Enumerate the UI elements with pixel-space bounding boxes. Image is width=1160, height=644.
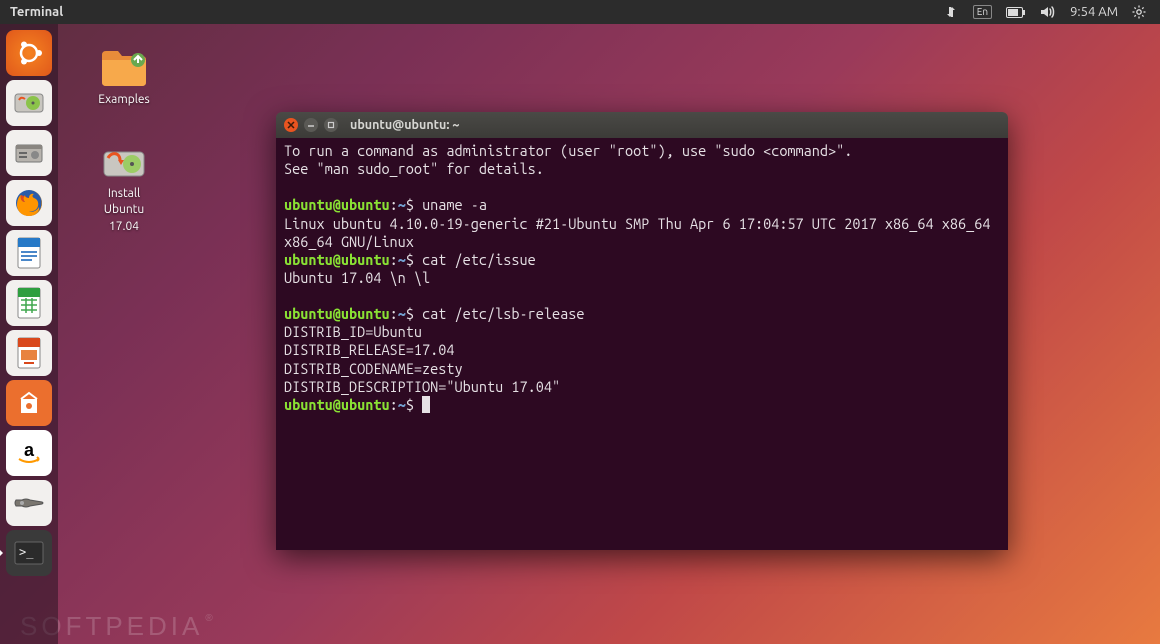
gear-icon	[1132, 5, 1146, 19]
sound-indicator[interactable]	[1040, 5, 1056, 19]
terminal-prompt-path: ~	[398, 305, 406, 322]
launcher-system-settings[interactable]	[6, 480, 52, 526]
amazon-icon: a	[14, 438, 44, 468]
terminal-prompt-path: ~	[398, 251, 406, 268]
calc-icon	[15, 286, 43, 320]
close-icon	[287, 121, 295, 129]
battery-icon	[1006, 7, 1026, 18]
volume-icon	[1040, 5, 1056, 19]
terminal-prompt-user: ubuntu@ubuntu	[284, 251, 390, 268]
terminal-prompt-user: ubuntu@ubuntu	[284, 396, 390, 413]
terminal-output-line: DISTRIB_RELEASE=17.04	[284, 341, 455, 358]
desktop-icon-label: Examples	[98, 92, 149, 108]
launcher-amazon[interactable]: a	[6, 430, 52, 476]
launcher-disk-utility[interactable]	[6, 80, 52, 126]
launcher-files[interactable]	[6, 130, 52, 176]
terminal-prompt-user: ubuntu@ubuntu	[284, 305, 390, 322]
launcher-libreoffice-calc[interactable]	[6, 280, 52, 326]
unity-launcher: a >_	[0, 24, 58, 644]
settings-icon	[12, 492, 46, 514]
terminal-command: cat /etc/lsb-release	[422, 305, 584, 322]
minimize-icon	[307, 121, 315, 129]
top-menu-bar: Terminal En 9:54 AM	[0, 0, 1160, 24]
installer-icon	[98, 140, 150, 182]
firefox-icon	[12, 186, 46, 220]
network-indicator[interactable]	[945, 5, 959, 19]
software-center-icon	[15, 389, 43, 417]
terminal-output-line: To run a command as administrator (user …	[284, 142, 852, 159]
terminal-command: cat /etc/issue	[422, 251, 536, 268]
terminal-cursor	[422, 396, 430, 413]
terminal-prompt-path: ~	[398, 396, 406, 413]
terminal-prompt-path: ~	[398, 196, 406, 213]
terminal-icon: >_	[13, 540, 45, 566]
launcher-libreoffice-writer[interactable]	[6, 230, 52, 276]
terminal-output-line: See "man sudo_root" for details.	[284, 160, 544, 177]
terminal-body[interactable]: To run a command as administrator (user …	[276, 138, 1008, 550]
window-maximize-button[interactable]	[324, 118, 338, 132]
launcher-terminal[interactable]: >_	[6, 530, 52, 576]
terminal-prompt-user: ubuntu@ubuntu	[284, 196, 390, 213]
launcher-dash[interactable]	[6, 30, 52, 76]
launcher-ubuntu-software[interactable]	[6, 380, 52, 426]
svg-text:>_: >_	[19, 545, 34, 559]
file-manager-icon	[13, 140, 45, 166]
terminal-titlebar[interactable]: ubuntu@ubuntu: ~	[276, 112, 1008, 138]
desktop-icon-label: Install Ubuntu 17.04	[104, 186, 145, 235]
terminal-window[interactable]: ubuntu@ubuntu: ~ To run a command as adm…	[276, 112, 1008, 550]
battery-indicator[interactable]	[1006, 7, 1026, 18]
window-close-button[interactable]	[284, 118, 298, 132]
launcher-firefox[interactable]	[6, 180, 52, 226]
terminal-command: uname -a	[422, 196, 487, 213]
writer-icon	[15, 236, 43, 270]
window-minimize-button[interactable]	[304, 118, 318, 132]
desktop-icon-install-ubuntu[interactable]: Install Ubuntu 17.04	[86, 140, 162, 235]
terminal-title-text: ubuntu@ubuntu: ~	[350, 118, 459, 132]
terminal-output-line: Ubuntu 17.04 \n \l	[284, 269, 430, 286]
folder-icon	[98, 46, 150, 88]
session-indicator[interactable]	[1132, 5, 1146, 19]
terminal-output-line: Linux ubuntu 4.10.0-19-generic #21-Ubunt…	[284, 215, 999, 250]
clock[interactable]: 9:54 AM	[1070, 5, 1118, 19]
ubuntu-logo-icon	[14, 38, 44, 68]
desktop-icons-area: Examples Install Ubuntu 17.04	[86, 46, 162, 235]
network-icon	[945, 5, 959, 19]
terminal-output-line: DISTRIB_DESCRIPTION="Ubuntu 17.04"	[284, 378, 560, 395]
impress-icon	[15, 336, 43, 370]
active-app-label[interactable]: Terminal	[10, 5, 63, 19]
drive-icon	[13, 90, 45, 116]
svg-text:a: a	[24, 440, 35, 460]
terminal-output-line: DISTRIB_ID=Ubuntu	[284, 323, 422, 340]
terminal-output-line: DISTRIB_CODENAME=zesty	[284, 360, 463, 377]
desktop-icon-examples[interactable]: Examples	[86, 46, 162, 108]
maximize-icon	[327, 121, 335, 129]
launcher-libreoffice-impress[interactable]	[6, 330, 52, 376]
keyboard-indicator[interactable]: En	[973, 5, 992, 19]
